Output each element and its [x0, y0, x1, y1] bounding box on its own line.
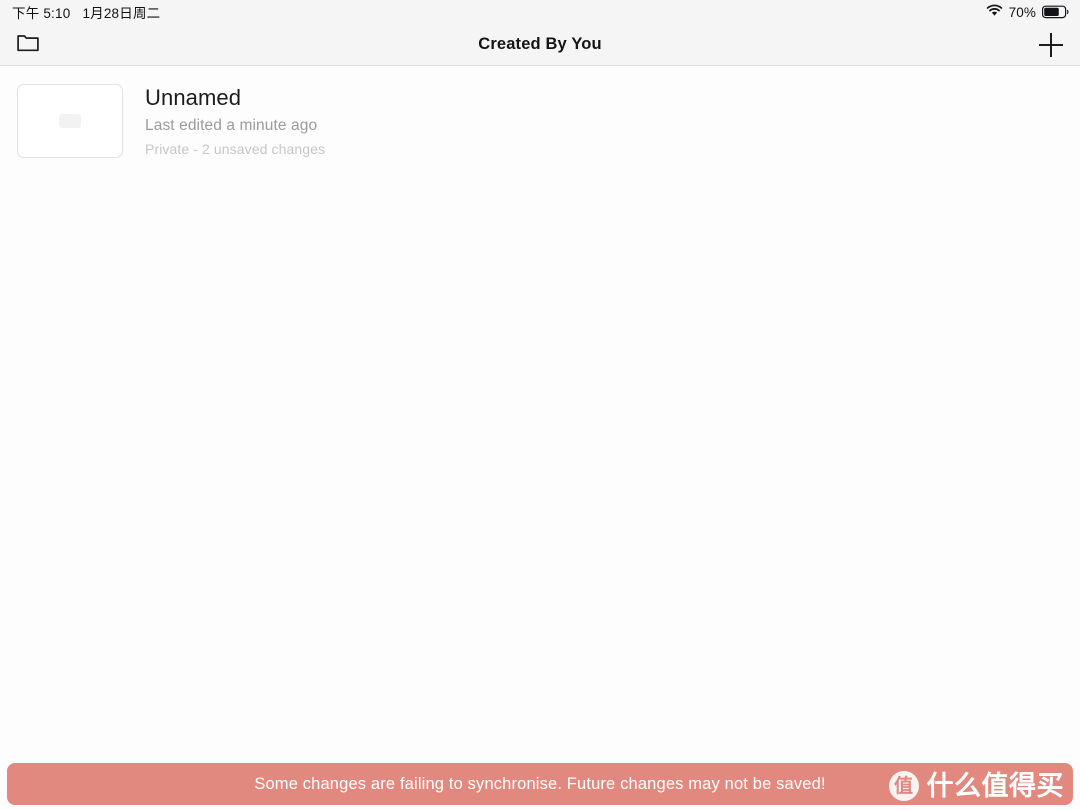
folder-icon [17, 33, 39, 57]
image-placeholder-icon [59, 114, 81, 128]
document-meta: Private - 2 unsaved changes [145, 141, 326, 157]
sync-error-banner[interactable]: Some changes are failing to synchronise.… [7, 763, 1073, 805]
status-bar-right: 70% [986, 4, 1070, 20]
battery-icon [1042, 5, 1070, 19]
document-list: Unnamed Last edited a minute ago Private… [0, 67, 1080, 159]
wifi-icon [986, 4, 1003, 20]
navigation-bar: Created By You [0, 24, 1080, 66]
document-title: Unnamed [145, 85, 242, 110]
plus-icon [1039, 32, 1063, 57]
status-time: 下午 5:10 [12, 6, 71, 21]
status-date: 1月28日周二 [82, 6, 161, 21]
document-info: Unnamed Last edited a minute ago Private… [145, 82, 325, 159]
status-bar-left: 下午 5:10 1月28日周二 [12, 2, 160, 22]
sync-error-message: Some changes are failing to synchronise.… [254, 774, 826, 793]
document-list-item[interactable]: Unnamed Last edited a minute ago Private… [0, 82, 1080, 159]
document-thumbnail[interactable] [17, 84, 123, 158]
add-document-button[interactable] [1036, 30, 1066, 60]
battery-percent-label: 70% [1008, 4, 1036, 20]
page-title: Created By You [478, 35, 602, 53]
content-area: Unnamed Last edited a minute ago Private… [0, 67, 1080, 810]
folder-button[interactable] [13, 30, 43, 60]
document-subtitle: Last edited a minute ago [145, 117, 318, 134]
status-bar: 下午 5:10 1月28日周二 70% [0, 0, 1080, 24]
